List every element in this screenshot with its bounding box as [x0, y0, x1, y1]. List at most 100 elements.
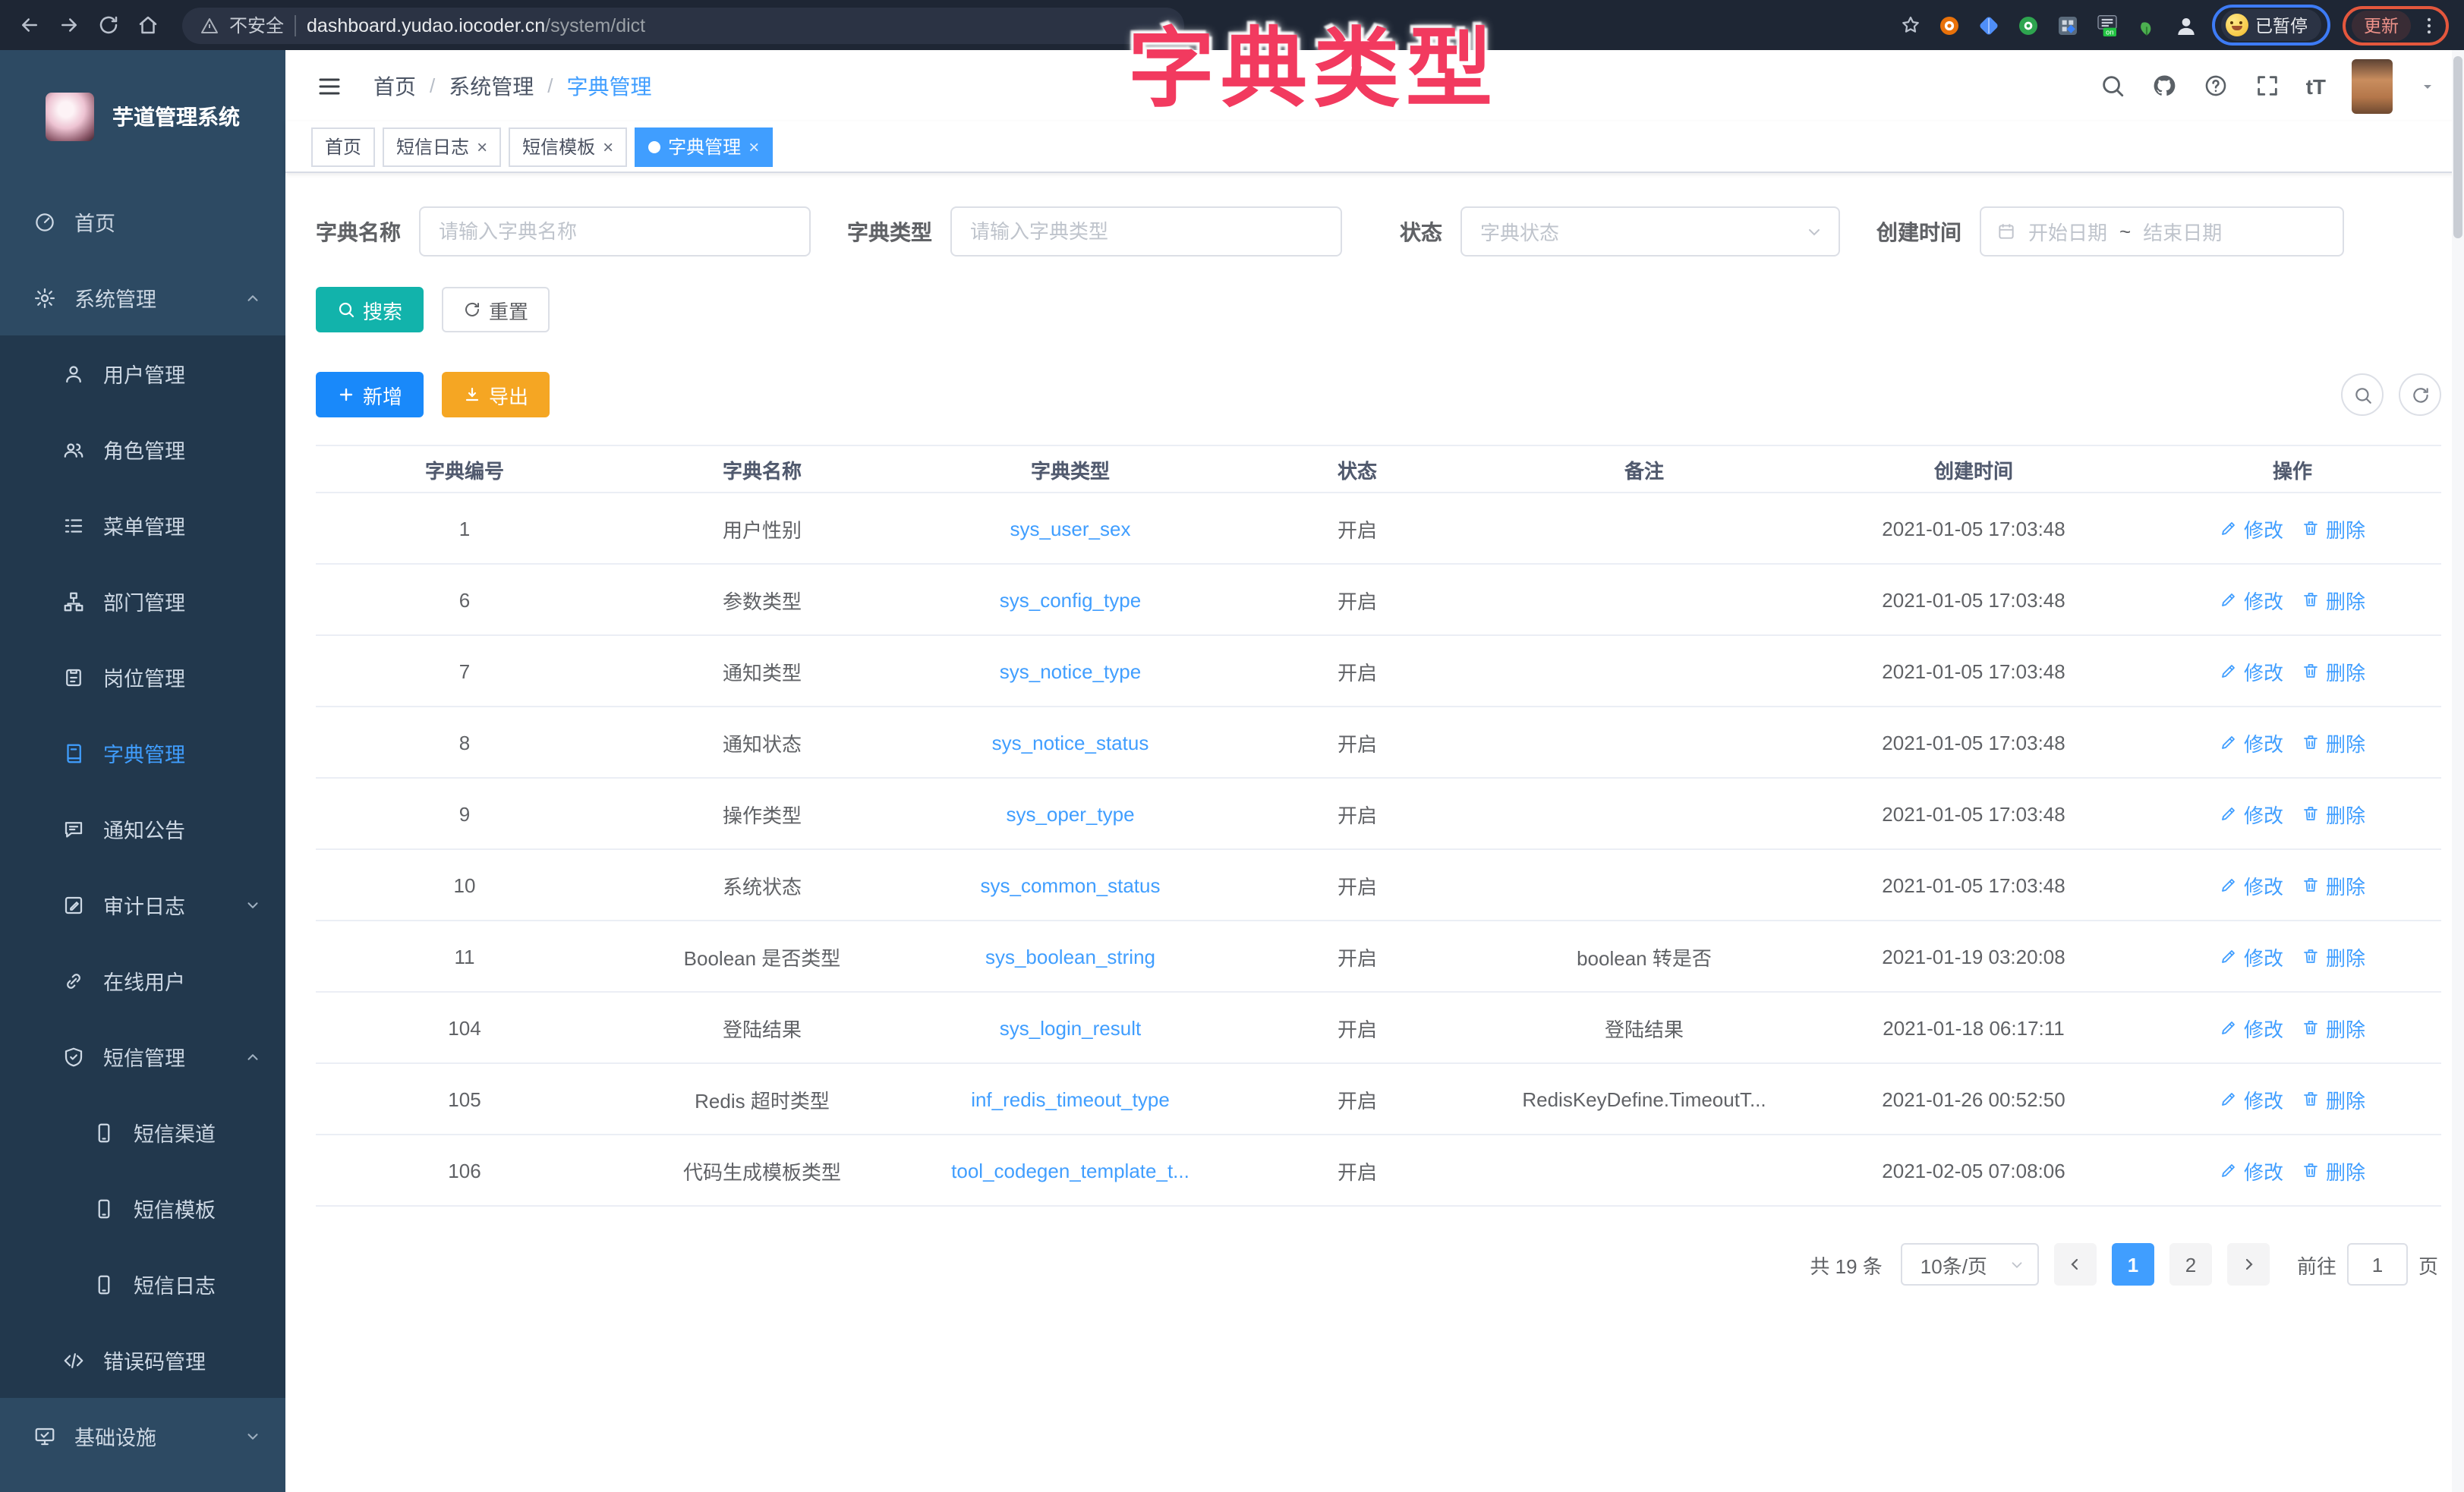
url-text[interactable]: dashboard.yudao.iocoder.cn/system/dict [307, 14, 645, 36]
sidebar-item[interactable]: 岗位管理 [0, 639, 285, 715]
page-button-1[interactable]: 1 [2112, 1243, 2154, 1286]
page-button-2[interactable]: 2 [2169, 1243, 2212, 1286]
search-icon[interactable] [2100, 73, 2125, 99]
goto-page-input[interactable] [2347, 1243, 2408, 1286]
tab-active[interactable]: 字典管理× [635, 127, 773, 166]
dict-type-link[interactable]: sys_user_sex [1010, 517, 1131, 540]
close-icon[interactable]: × [477, 137, 487, 156]
sidebar-item[interactable]: 审计日志 [0, 867, 285, 943]
dict-type-link[interactable]: inf_redis_timeout_type [971, 1088, 1170, 1110]
sidebar-item[interactable]: 角色管理 [0, 411, 285, 487]
home-icon[interactable] [134, 11, 161, 39]
back-arrow-icon[interactable] [15, 11, 43, 39]
next-page-button[interactable] [2227, 1243, 2270, 1286]
paused-extension-chip[interactable]: 已暂停 [2211, 5, 2330, 46]
dict-type-input[interactable] [950, 206, 1342, 257]
hamburger-icon[interactable] [316, 71, 346, 101]
list-on-icon[interactable]: on [2094, 12, 2120, 38]
refresh-table-button[interactable] [2399, 373, 2441, 416]
sidebar-item[interactable]: 首页 [0, 184, 285, 260]
page-size-select[interactable]: 10条/页 [1901, 1243, 2039, 1286]
sidebar-item[interactable]: 菜单管理 [0, 487, 285, 563]
address-bar[interactable]: 不安全 dashboard.yudao.iocoder.cn/system/di… [182, 7, 1184, 43]
tab-item[interactable]: 短信模板× [509, 127, 627, 166]
delete-link[interactable]: 删除 [2302, 1156, 2365, 1185]
delete-link[interactable]: 删除 [2302, 870, 2365, 899]
sidebar-item[interactable]: 基础设施 [0, 1398, 285, 1474]
search-button[interactable]: 搜索 [316, 287, 424, 332]
dict-type-link[interactable]: sys_oper_type [1006, 802, 1134, 825]
delete-link[interactable]: 删除 [2302, 514, 2365, 543]
date-range-picker[interactable]: 开始日期 ~ 结束日期 [1980, 206, 2344, 257]
dict-type-link[interactable]: sys_notice_type [1000, 659, 1141, 682]
edit-link[interactable]: 修改 [2220, 1156, 2283, 1185]
edit-link[interactable]: 修改 [2220, 1013, 2283, 1042]
delete-link[interactable]: 删除 [2302, 799, 2365, 828]
edit-link[interactable]: 修改 [2220, 942, 2283, 971]
breadcrumb-item[interactable]: 系统管理 [449, 71, 534, 101]
dict-type-link[interactable]: sys_boolean_string [985, 945, 1155, 968]
sprout-icon[interactable] [2134, 12, 2160, 38]
sidebar-item[interactable]: 短信模板 [0, 1170, 285, 1246]
breadcrumb-item[interactable]: 字典管理 [567, 71, 652, 101]
sidebar-item[interactable]: 在线用户 [0, 943, 285, 1018]
grid-icon[interactable] [2055, 12, 2081, 38]
scrollbar-thumb[interactable] [2453, 56, 2462, 238]
tab-item[interactable]: 短信日志× [383, 127, 501, 166]
menu-dots-icon[interactable] [2418, 14, 2440, 36]
app-logo[interactable]: 芋道管理系统 [0, 50, 285, 184]
bookmark-star-icon[interactable] [1897, 11, 1924, 39]
edit-link[interactable]: 修改 [2220, 799, 2283, 828]
delete-link[interactable]: 删除 [2302, 1084, 2365, 1113]
target-icon[interactable] [1936, 12, 1962, 38]
edit-link[interactable]: 修改 [2220, 514, 2283, 543]
edit-link[interactable]: 修改 [2220, 728, 2283, 757]
dict-type-link[interactable]: tool_codegen_template_t... [951, 1159, 1189, 1182]
breadcrumb-item[interactable]: 首页 [373, 71, 416, 101]
sidebar-item[interactable]: 系统管理 [0, 260, 285, 335]
sidebar-item[interactable]: 通知公告 [0, 791, 285, 867]
help-icon[interactable] [2203, 73, 2229, 99]
edit-link[interactable]: 修改 [2220, 1084, 2283, 1113]
status-select[interactable]: 字典状态 [1460, 206, 1840, 257]
gem-icon[interactable] [1976, 12, 2002, 38]
sidebar-item[interactable]: 短信日志 [0, 1246, 285, 1322]
sidebar-item[interactable]: 字典管理 [0, 715, 285, 791]
github-icon[interactable] [2151, 73, 2177, 99]
reset-button[interactable]: 重置 [442, 287, 550, 332]
update-button[interactable]: 更新 [2352, 10, 2411, 40]
fullscreen-icon[interactable] [2254, 73, 2280, 99]
delete-link[interactable]: 删除 [2302, 728, 2365, 757]
close-icon[interactable]: × [748, 137, 759, 156]
delete-link[interactable]: 删除 [2302, 942, 2365, 971]
dict-type-link[interactable]: sys_login_result [1000, 1016, 1141, 1039]
font-size-icon[interactable]: tT [2306, 74, 2326, 98]
security-label[interactable]: 不安全 [229, 12, 284, 38]
forward-arrow-icon[interactable] [55, 11, 82, 39]
add-button[interactable]: 新增 [316, 372, 424, 417]
prev-page-button[interactable] [2054, 1243, 2097, 1286]
sidebar-item[interactable]: 错误码管理 [0, 1322, 285, 1398]
sidebar-item[interactable]: 部门管理 [0, 563, 285, 639]
edit-link[interactable]: 修改 [2220, 585, 2283, 614]
delete-link[interactable]: 删除 [2302, 656, 2365, 685]
toggle-search-button[interactable] [2341, 373, 2384, 416]
sidebar-item[interactable]: 用户管理 [0, 335, 285, 411]
dict-type-link[interactable]: sys_common_status [981, 873, 1161, 896]
dict-type-link[interactable]: sys_notice_status [992, 731, 1149, 754]
user-avatar[interactable] [2352, 58, 2393, 113]
export-button[interactable]: 导出 [442, 372, 550, 417]
delete-link[interactable]: 删除 [2302, 585, 2365, 614]
delete-link[interactable]: 删除 [2302, 1013, 2365, 1042]
person-icon[interactable] [2173, 12, 2199, 38]
sidebar-item[interactable]: 短信管理 [0, 1018, 285, 1094]
reload-icon[interactable] [94, 11, 121, 39]
tab-item[interactable]: 首页 [311, 127, 375, 166]
dict-type-link[interactable]: sys_config_type [1000, 588, 1141, 611]
green-circle-icon[interactable] [2015, 12, 2041, 38]
dict-name-input[interactable] [419, 206, 811, 257]
edit-link[interactable]: 修改 [2220, 870, 2283, 899]
close-icon[interactable]: × [603, 137, 613, 156]
sidebar-item[interactable]: 短信渠道 [0, 1094, 285, 1170]
scrollbar[interactable] [2452, 50, 2464, 1492]
